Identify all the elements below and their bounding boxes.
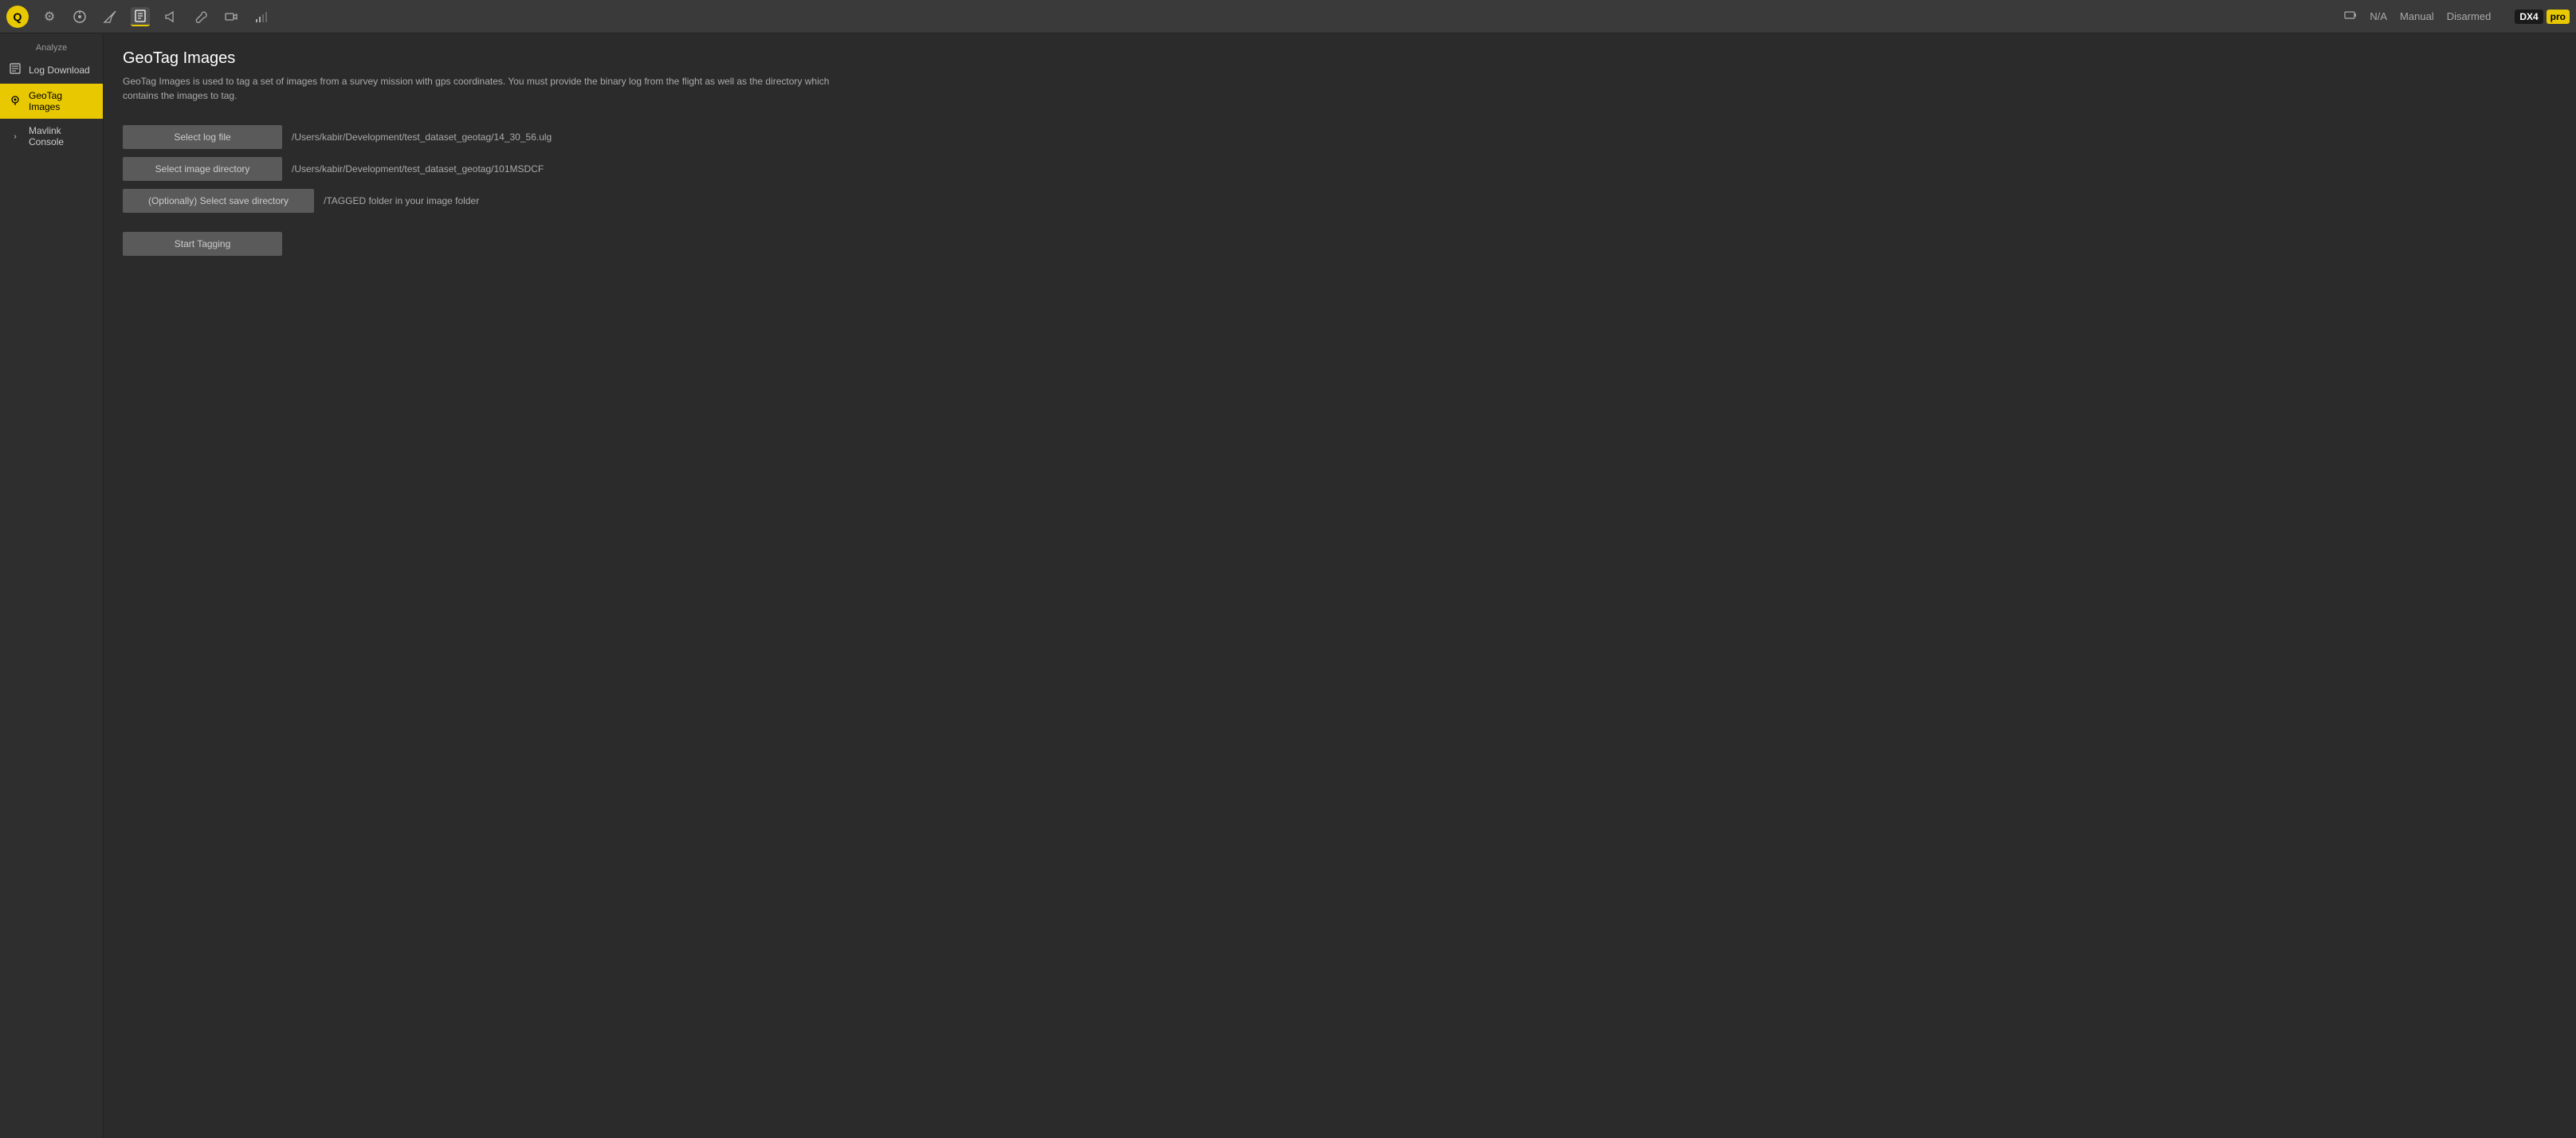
- toolbar-status: N/A Manual Disarmed: [2344, 9, 2491, 24]
- content-area: GeoTag Images GeoTag Images is used to t…: [104, 33, 2576, 1138]
- app-logo-icon[interactable]: Q: [6, 6, 29, 28]
- sidebar-item-label-geotag: GeoTag Images: [29, 90, 95, 112]
- sidebar-section-analyze: Analyze: [0, 37, 103, 56]
- sidebar-item-mavlink-console[interactable]: › Mavlink Console: [0, 119, 103, 154]
- log-file-row: Select log file /Users/kabir/Development…: [123, 125, 2557, 149]
- na-status: N/A: [2370, 10, 2387, 22]
- log-download-icon: [8, 62, 22, 77]
- config-icon[interactable]: [191, 7, 210, 26]
- save-directory-value: /TAGGED folder in your image folder: [324, 195, 479, 206]
- brand-logo: DX4 pro: [2515, 10, 2570, 24]
- sidebar-item-label-mavlink: Mavlink Console: [29, 125, 95, 147]
- main-layout: Analyze Log Download: [0, 33, 2576, 1138]
- safety-icon[interactable]: [70, 7, 89, 26]
- image-directory-row: Select image directory /Users/kabir/Deve…: [123, 157, 2557, 181]
- start-tagging-button[interactable]: Start Tagging: [123, 232, 282, 256]
- battery-icon: [2344, 9, 2357, 24]
- arm-status: Disarmed: [2447, 10, 2492, 22]
- px4-logo: DX4: [2515, 10, 2543, 24]
- select-log-file-button[interactable]: Select log file: [123, 125, 282, 149]
- select-image-directory-button[interactable]: Select image directory: [123, 157, 282, 181]
- image-directory-value: /Users/kabir/Development/test_dataset_ge…: [292, 163, 544, 175]
- pro-logo: pro: [2547, 10, 2570, 24]
- select-save-directory-button[interactable]: (Optionally) Select save directory: [123, 189, 314, 213]
- page-title: GeoTag Images: [123, 49, 2557, 68]
- log-file-value: /Users/kabir/Development/test_dataset_ge…: [292, 131, 552, 143]
- geotag-icon: [8, 94, 22, 109]
- comms-icon[interactable]: [161, 7, 180, 26]
- toolbar: Q ⚙: [0, 0, 2576, 33]
- fly-icon[interactable]: [100, 7, 120, 26]
- settings-icon[interactable]: ⚙: [40, 7, 59, 26]
- analyze-icon[interactable]: [131, 7, 150, 26]
- sidebar-item-log-download[interactable]: Log Download: [0, 56, 103, 84]
- toolbar-icons: Q ⚙: [6, 6, 2570, 28]
- sidebar: Analyze Log Download: [0, 33, 104, 1138]
- page-description: GeoTag Images is used to tag a set of im…: [123, 74, 840, 103]
- start-tagging-row: Start Tagging: [123, 221, 2557, 256]
- sidebar-item-label-log-download: Log Download: [29, 65, 90, 76]
- mavlink-chevron-icon: ›: [8, 132, 22, 141]
- camera-icon[interactable]: [222, 7, 241, 26]
- sidebar-item-geotag-images[interactable]: GeoTag Images: [0, 84, 103, 119]
- signal-icon[interactable]: [252, 7, 271, 26]
- save-directory-row: (Optionally) Select save directory /TAGG…: [123, 189, 2557, 213]
- mode-status: Manual: [2400, 10, 2434, 22]
